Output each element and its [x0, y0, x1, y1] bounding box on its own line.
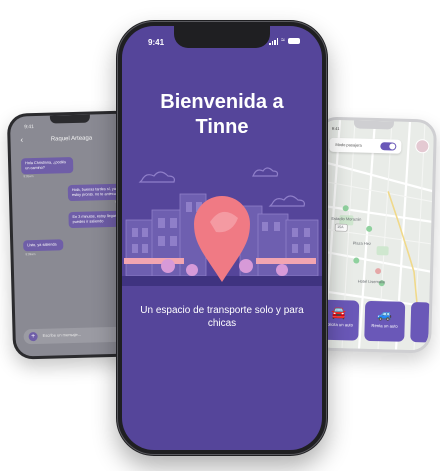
city-pin-illustration	[122, 167, 322, 286]
chat-header: ‹ Raquel Arteaga	[10, 130, 132, 149]
status-time: 9:41	[331, 125, 340, 132]
route-badge: 15A	[337, 225, 344, 230]
message-input-placeholder: Escribe un mensaje...	[42, 331, 82, 338]
welcome-title: Bienvenida a Tinne	[122, 90, 322, 140]
wifi-icon: ≈	[281, 37, 285, 44]
app-name: Tinne	[195, 116, 249, 138]
map-label-plaza: Plaza Hez	[352, 240, 372, 246]
message-bubble-incoming: Hola Christinna, ¿podés un camino?	[20, 157, 74, 175]
message-time: 9:05am	[23, 174, 34, 179]
status-icons: ≈	[269, 37, 300, 45]
map-screen: 9:41 Modo pasajera Estadio Morazán 15A P…	[314, 119, 434, 351]
status-time: 9:41	[24, 124, 34, 131]
rent-car-icon: 🚙	[377, 307, 393, 322]
status-time: 9:41	[148, 38, 165, 47]
toggle-switch[interactable]	[380, 142, 397, 151]
toggle-label: Modo pasajera	[335, 141, 362, 148]
welcome-phone-mockup: 9:41 ≈ Bienvenida a Tinne Un espacio de …	[116, 20, 328, 456]
battery-icon	[288, 38, 300, 44]
rent-car-button[interactable]: 🚙 Renta un auto	[364, 300, 406, 342]
signal-icon	[269, 37, 279, 45]
tagline: Un espacio de transporte solo y para chi…	[140, 305, 304, 329]
phone-notch	[49, 114, 91, 124]
contact-name: Raquel Arteaga	[50, 135, 93, 143]
passenger-mode-switch[interactable]: Modo pasajera	[329, 137, 402, 154]
map-phone-mockup: 9:41 Modo pasajera Estadio Morazán 15A P…	[310, 116, 438, 354]
add-attachment-icon[interactable]: +	[28, 331, 38, 342]
welcome-title-line1: Bienvenida a	[160, 91, 284, 113]
welcome-screen: 9:41 ≈ Bienvenida a Tinne Un espacio de …	[122, 26, 322, 450]
map-label-estadio: Estadio Morazán	[331, 215, 362, 222]
message-bubble-incoming: Listo, ya salienda	[23, 239, 64, 252]
more-options-button[interactable]	[410, 301, 432, 343]
phone-notch	[353, 120, 394, 130]
phone-notch	[174, 26, 270, 48]
map-label-hotel: Hotel Lisemalie	[357, 278, 386, 285]
message-time: 9:09am	[25, 252, 36, 257]
